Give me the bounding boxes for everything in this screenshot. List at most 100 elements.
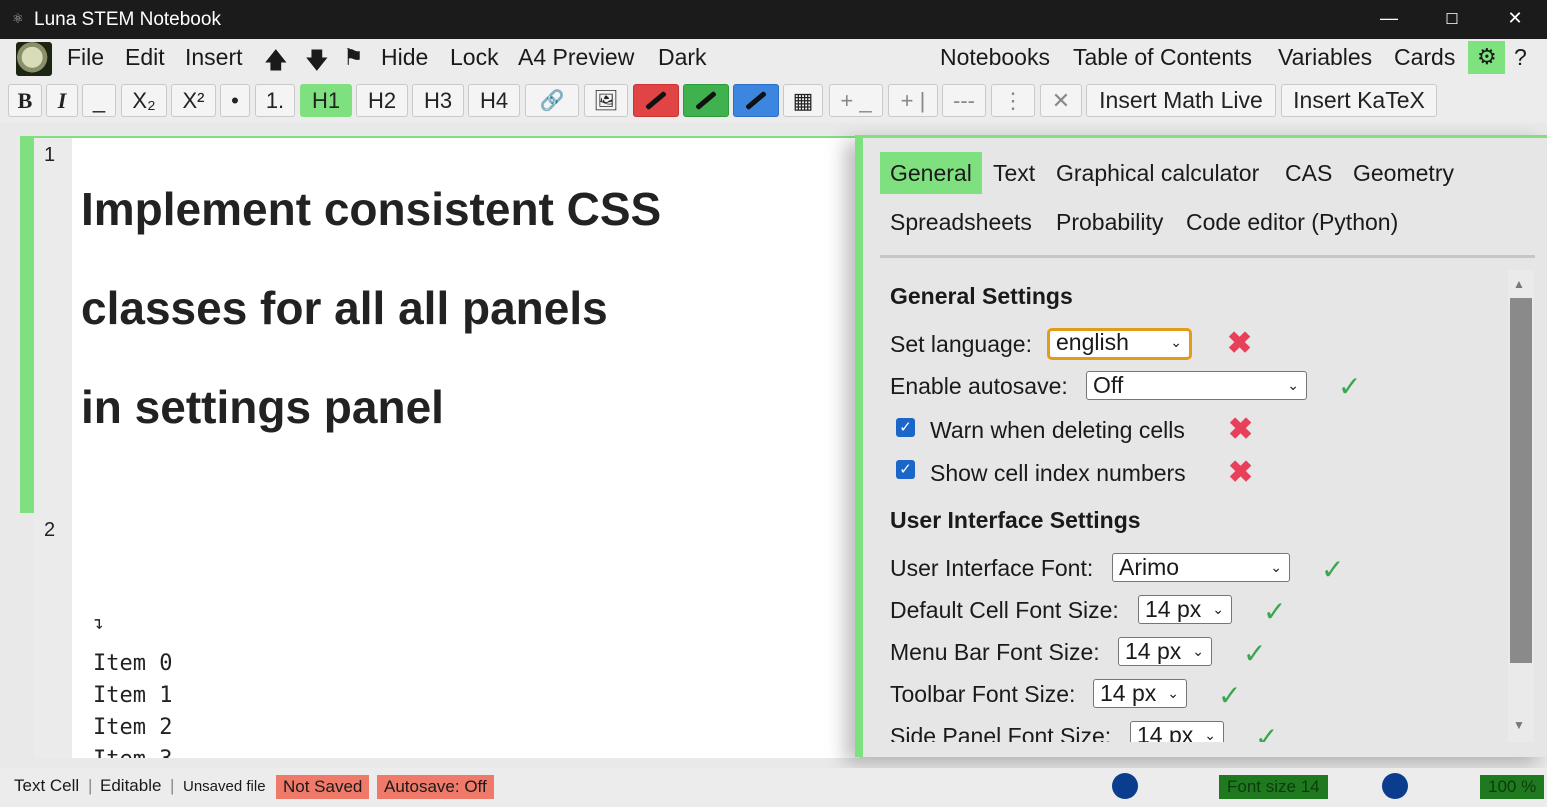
autosave-select[interactable]: Off ⌄ [1086, 371, 1307, 400]
tab-general[interactable]: General [880, 152, 982, 194]
vertical-divider-button[interactable]: ⋮ [991, 84, 1035, 117]
insert-math-live-button[interactable]: Insert Math Live [1086, 84, 1276, 117]
help-icon[interactable]: ? [1514, 44, 1527, 71]
tab-divider [880, 255, 1535, 258]
cell-2[interactable]: 2 ↴ Item 0 Item 1 Item 2 Item 3 [20, 513, 860, 758]
app-icon: ⚛ [12, 11, 24, 26]
scrollbar-thumb[interactable] [1510, 298, 1532, 663]
cell-1[interactable]: 1 Implement consistent CSS classes for a… [20, 136, 860, 514]
table-icon[interactable]: ▦ [783, 84, 823, 117]
menu-hide[interactable]: Hide [381, 44, 428, 71]
tab-graphical-calculator[interactable]: Graphical calculator [1056, 160, 1259, 187]
menu-dark[interactable]: Dark [658, 44, 707, 71]
tab-probability[interactable]: Probability [1056, 209, 1163, 236]
insert-column-button[interactable]: + | [888, 84, 938, 117]
superscript-button[interactable]: X² [171, 84, 216, 117]
active-cell-marker [20, 138, 34, 513]
menu-edit[interactable]: Edit [125, 44, 165, 71]
language-select[interactable]: english ⌄ [1047, 328, 1192, 360]
cell-gutter: 1 [34, 138, 72, 513]
chevron-down-icon: ⌄ [1192, 643, 1204, 659]
h1-button[interactable]: H1 [300, 84, 352, 117]
scroll-up-icon[interactable]: ▲ [1513, 277, 1525, 291]
toolbar-font-size-label: Toolbar Font Size: [890, 681, 1076, 707]
ui-font-label: User Interface Font: [890, 555, 1094, 581]
green-pen-icon[interactable] [683, 84, 729, 117]
cell-index: 2 [44, 519, 56, 541]
heading-line: classes for all all panels [81, 282, 608, 334]
subscript-button[interactable]: X₂ [121, 84, 167, 117]
bullet-list-button[interactable]: • [220, 84, 250, 117]
code-line: Item 1 [93, 683, 173, 708]
show-index-checkbox[interactable]: ✓ [896, 460, 915, 479]
menu-a4-preview[interactable]: A4 Preview [518, 44, 634, 71]
blue-pen-icon[interactable] [733, 84, 779, 117]
gear-icon: ⚙ [1477, 44, 1497, 69]
menu-insert[interactable]: Insert [185, 44, 243, 71]
horizontal-rule-button[interactable]: --- [942, 84, 986, 117]
move-up-icon[interactable]: 🡅 [264, 44, 288, 83]
notebook: 1 Implement consistent CSS classes for a… [0, 123, 860, 758]
cell-font-size-label: Default Cell Font Size: [890, 597, 1119, 623]
italic-button[interactable]: I [46, 84, 78, 117]
check-icon: ✓ [1243, 638, 1267, 669]
cell-gutter: 2 [34, 513, 72, 758]
insert-katex-button[interactable]: Insert KaTeX [1281, 84, 1437, 117]
link-icon[interactable]: 🔗 [525, 84, 579, 117]
h3-button[interactable]: H3 [412, 84, 464, 117]
check-icon: ✓ [1218, 680, 1242, 711]
h2-button[interactable]: H2 [356, 84, 408, 117]
menu-bar: File Edit Insert 🡅 🡇 ⚑ Hide Lock A4 Prev… [0, 39, 1547, 79]
zoom-slider[interactable] [1382, 773, 1408, 799]
settings-toggle[interactable]: ⚙ [1468, 41, 1505, 74]
close-button[interactable]: ✕ [1500, 8, 1530, 29]
side-panel-font-size-select[interactable]: 14 px ⌄ [1130, 721, 1224, 742]
tab-cas[interactable]: CAS [1285, 160, 1332, 187]
status-separator: | [170, 776, 175, 795]
chevron-down-icon: ⌄ [1170, 334, 1182, 350]
red-pen-icon[interactable] [633, 84, 679, 117]
chevron-down-icon: ⌄ [1270, 559, 1282, 575]
image-icon[interactable]: 🖼 [584, 84, 628, 117]
menu-file[interactable]: File [67, 44, 104, 71]
tab-text[interactable]: Text [993, 160, 1035, 187]
menu-variables[interactable]: Variables [1278, 44, 1372, 71]
cell-font-size-select[interactable]: 14 px ⌄ [1138, 595, 1232, 624]
scroll-down-icon[interactable]: ▼ [1513, 718, 1525, 732]
delete-icon[interactable]: ✕ [1040, 84, 1082, 117]
autosave-status-badge[interactable]: Autosave: Off [377, 775, 494, 799]
show-index-label: Show cell index numbers [930, 460, 1186, 486]
menu-font-size-select[interactable]: 14 px ⌄ [1118, 637, 1212, 666]
maximize-button[interactable]: ☐ [1437, 10, 1467, 28]
toolbar-font-size-select[interactable]: 14 px ⌄ [1093, 679, 1187, 708]
language-label: Set language: [890, 331, 1032, 357]
status-separator: | [88, 776, 93, 795]
title-bar: ⚛ Luna STEM Notebook — ☐ ✕ [0, 0, 1547, 39]
check-icon: ✓ [1321, 554, 1345, 585]
font-size-slider[interactable] [1112, 773, 1138, 799]
side-panel-font-size-label: Side Panel Font Size: [890, 723, 1112, 742]
menu-table-of-contents[interactable]: Table of Contents [1073, 44, 1252, 71]
tab-spreadsheets[interactable]: Spreadsheets [890, 209, 1032, 236]
menu-cards[interactable]: Cards [1394, 44, 1455, 71]
tab-code-editor[interactable]: Code editor (Python) [1186, 209, 1398, 236]
code-line: Item 3 [93, 747, 172, 758]
autosave-label: Enable autosave: [890, 373, 1068, 399]
tab-geometry[interactable]: Geometry [1353, 160, 1454, 187]
h4-button[interactable]: H4 [468, 84, 520, 117]
cell-index: 1 [44, 144, 56, 166]
insert-row-button[interactable]: + _ [829, 84, 883, 117]
underline-button[interactable]: _ [82, 84, 116, 117]
chevron-down-icon: ⌄ [1287, 377, 1299, 393]
move-down-icon[interactable]: 🡇 [305, 44, 329, 83]
menu-lock[interactable]: Lock [450, 44, 499, 71]
bold-button[interactable]: B [8, 84, 42, 117]
numbered-list-button[interactable]: 1. [255, 84, 295, 117]
menu-notebooks[interactable]: Notebooks [940, 44, 1050, 71]
warn-delete-checkbox[interactable]: ✓ [896, 418, 915, 437]
chevron-down-icon: ⌄ [1167, 685, 1179, 701]
minimize-button[interactable]: — [1374, 8, 1404, 29]
chevron-down-icon: ⌄ [1212, 601, 1224, 617]
flag-icon[interactable]: ⚑ [343, 44, 364, 71]
ui-font-select[interactable]: Arimo ⌄ [1112, 553, 1290, 582]
